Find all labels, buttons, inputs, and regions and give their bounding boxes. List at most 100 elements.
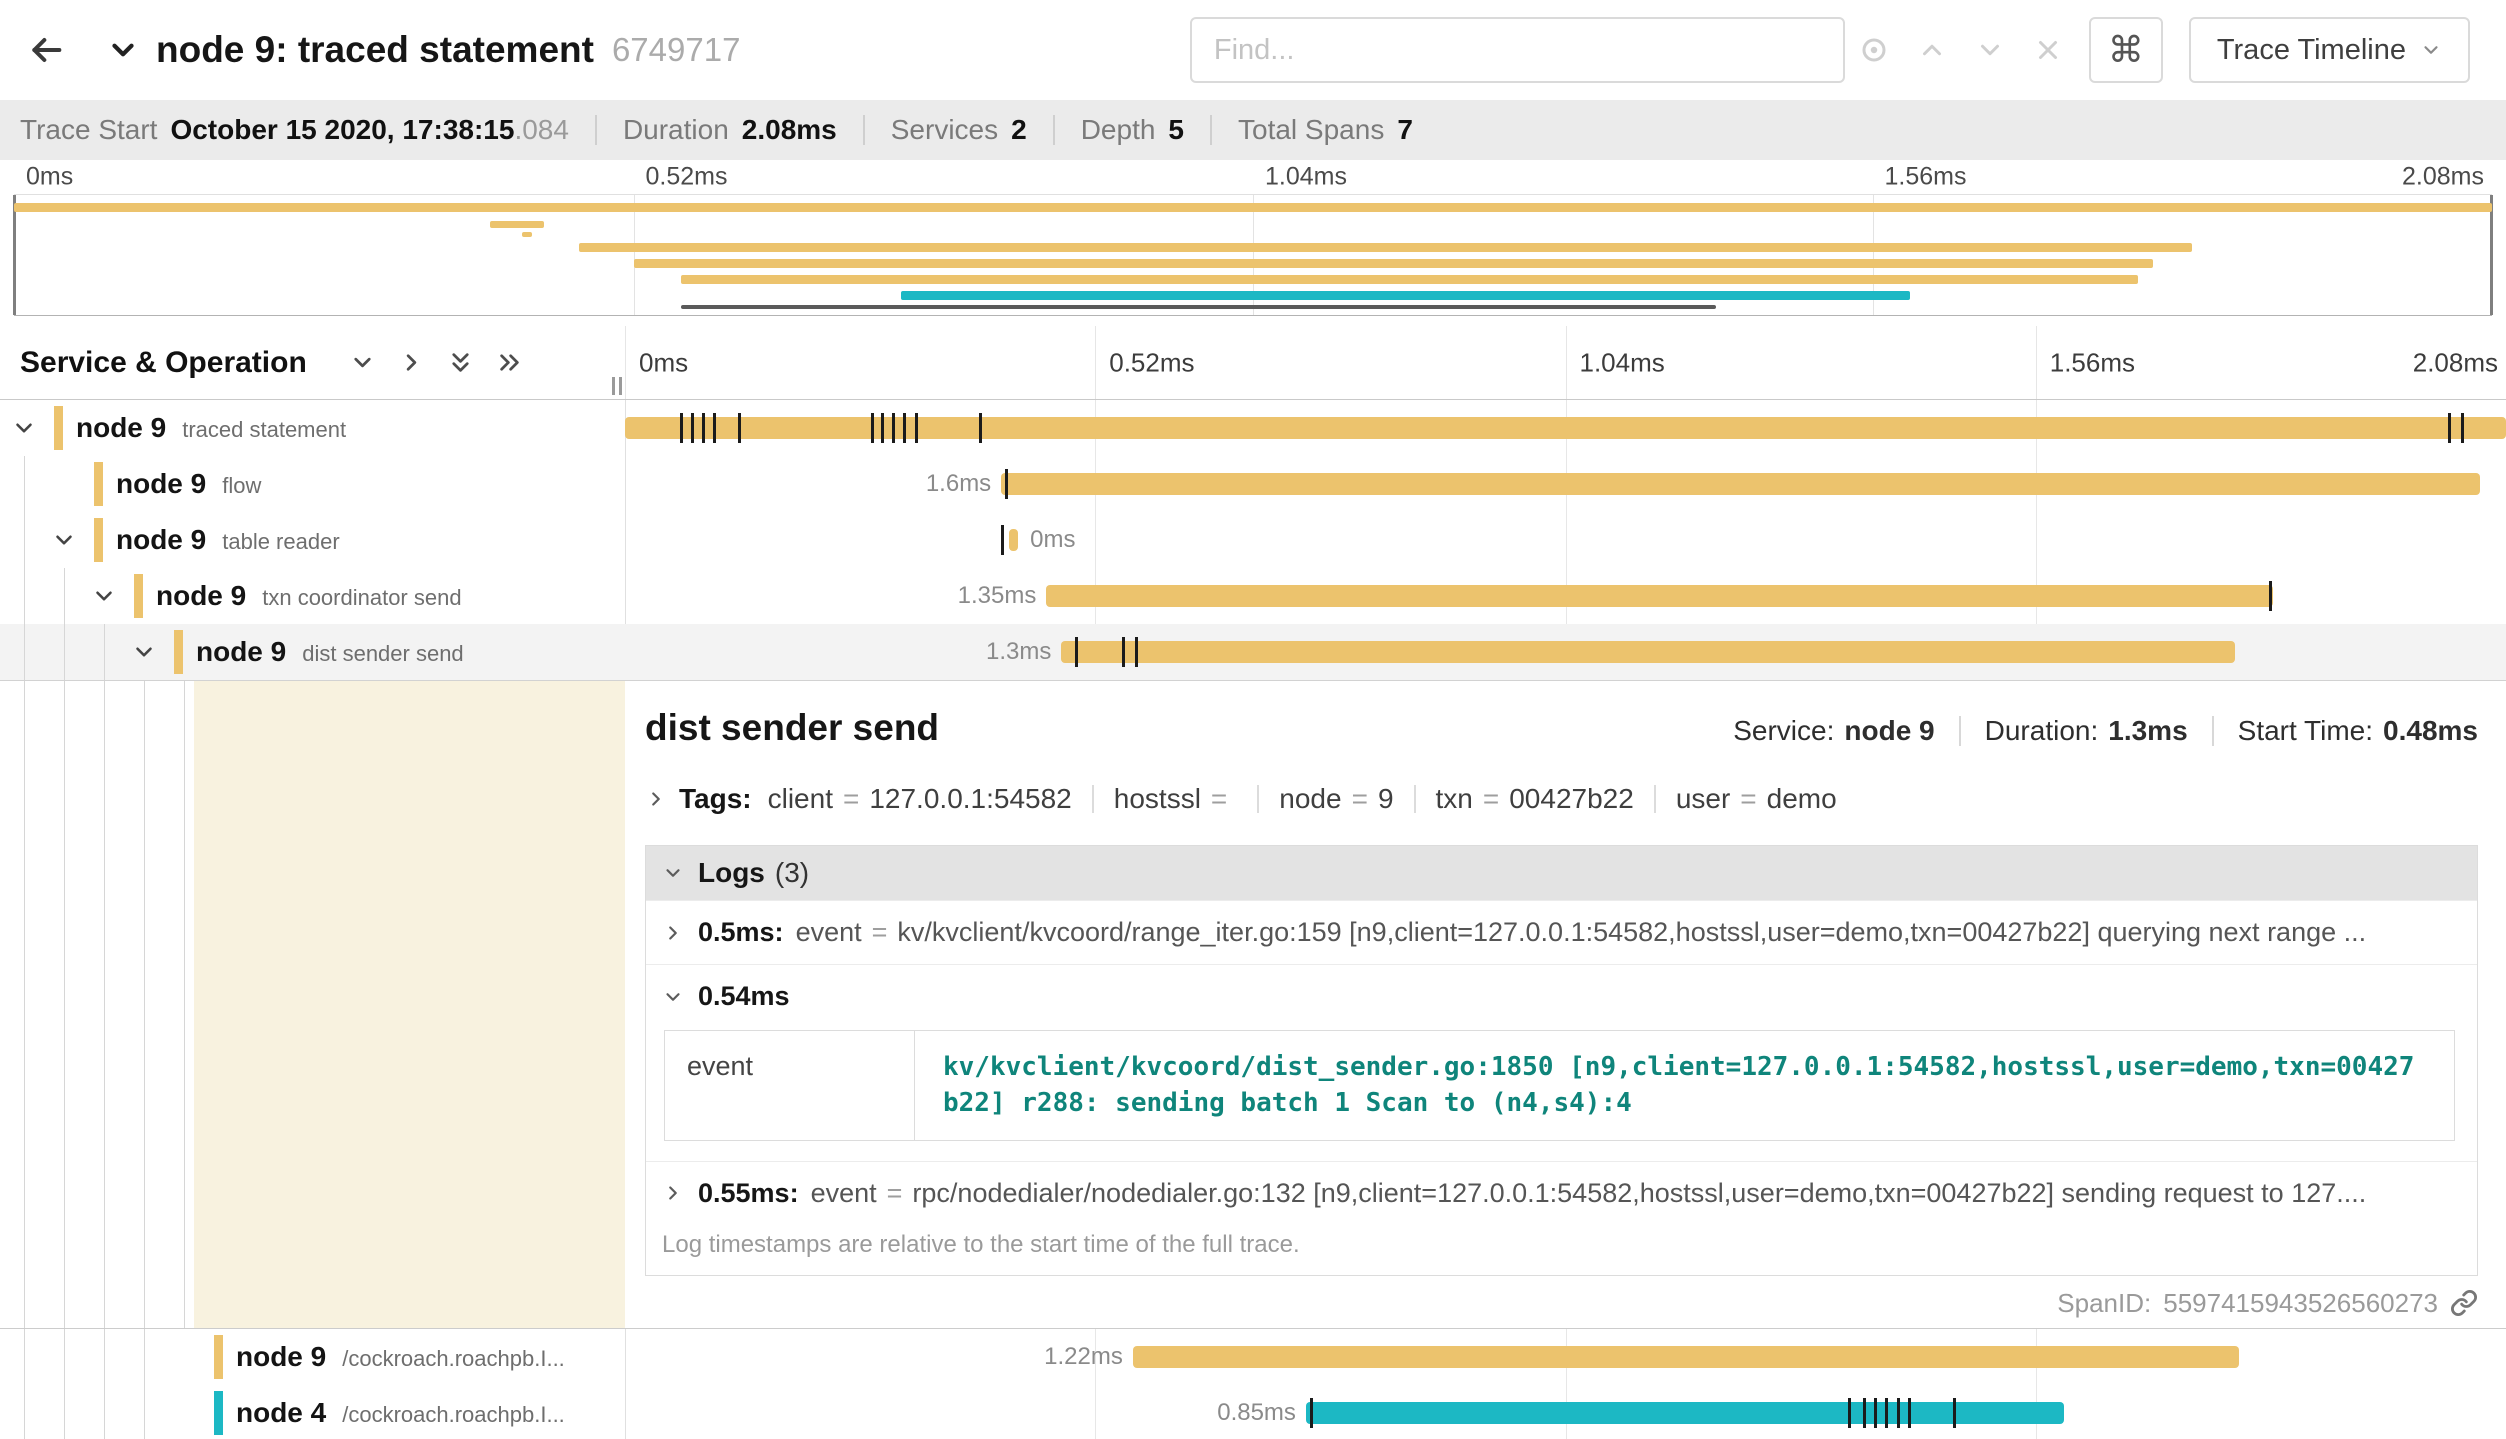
minimap-span-bar xyxy=(681,275,2138,284)
service-color-bar xyxy=(134,574,143,618)
span-name: node 9traced statement xyxy=(76,412,346,444)
find-controls xyxy=(1859,35,2063,65)
span-timeline-cell[interactable] xyxy=(625,400,2506,456)
tag-item: txn=00427b22 xyxy=(1436,783,1634,815)
minimap-left-handle[interactable] xyxy=(13,195,16,315)
minimap-right-handle[interactable] xyxy=(2490,195,2493,315)
tag-item: hostssl= xyxy=(1114,783,1238,815)
page-title: node 9: traced statement xyxy=(156,29,594,71)
span-row[interactable]: node 9dist sender send1.3ms xyxy=(0,624,2506,680)
detail-meta-value: 0.48ms xyxy=(2383,715,2478,746)
minimap-span-bar xyxy=(681,305,1717,309)
summary-divider xyxy=(1210,115,1212,145)
service-color-bar xyxy=(54,406,63,450)
summary-item: Services2 xyxy=(891,114,1027,146)
service-name: node 9 xyxy=(116,468,206,499)
logs-header[interactable]: Logs (3) xyxy=(646,846,2477,900)
span-bar[interactable] xyxy=(1133,1346,2239,1368)
chevron-down-icon[interactable] xyxy=(349,349,376,376)
time-tick-label: 2.08ms xyxy=(2399,347,2498,378)
double-chevron-down-icon[interactable] xyxy=(447,349,474,376)
service-operation-title: Service & Operation xyxy=(20,346,307,380)
span-event-tick xyxy=(1135,637,1138,667)
duration-label: 1.22ms xyxy=(625,1343,1133,1371)
back-button[interactable] xyxy=(0,0,92,100)
close-icon[interactable] xyxy=(2033,35,2063,65)
span-row[interactable]: node 9table reader0ms xyxy=(0,512,2506,568)
keyboard-shortcuts-button[interactable]: ⌘ xyxy=(2089,17,2163,83)
log-entry-header[interactable]: 0.54ms xyxy=(662,981,2457,1012)
span-name-cell[interactable]: node 9table reader xyxy=(0,512,625,568)
indent-guide xyxy=(104,624,105,680)
log-entry[interactable]: 0.5ms:event=kv/kvclient/kvcoord/range_it… xyxy=(646,900,2477,964)
chevron-down-icon[interactable] xyxy=(131,639,157,665)
span-event-tick xyxy=(1122,637,1125,667)
link-icon[interactable] xyxy=(2450,1289,2478,1317)
span-bar[interactable] xyxy=(1001,473,2479,495)
tags-row[interactable]: Tags: client=127.0.0.1:54582hostssl=node… xyxy=(645,783,2478,815)
span-timeline-cell[interactable]: 1.3ms xyxy=(625,624,2506,680)
chevron-right-icon[interactable] xyxy=(398,349,425,376)
log-entry-expanded[interactable]: 0.54mseventkv/kvclient/kvcoord/dist_send… xyxy=(646,964,2477,1161)
summary-label: Depth xyxy=(1081,114,1156,146)
chevron-down-icon[interactable] xyxy=(11,415,37,441)
span-timeline-cell[interactable]: 1.6ms xyxy=(625,456,2506,512)
span-bar[interactable] xyxy=(1306,1402,2064,1424)
span-timeline-cell[interactable]: 1.35ms xyxy=(625,568,2506,624)
log-entry[interactable]: 0.55ms:event=rpc/nodedialer/nodedialer.g… xyxy=(646,1161,2477,1225)
double-chevron-right-icon[interactable] xyxy=(496,349,523,376)
service-name: node 9 xyxy=(236,1341,326,1372)
span-timeline-cell[interactable]: 0ms xyxy=(625,512,2506,568)
span-name-cell[interactable]: node 9dist sender send xyxy=(0,624,625,680)
tag-key: user xyxy=(1676,783,1730,814)
log-timestamp: 0.54ms xyxy=(698,981,790,1012)
summary-label: Services xyxy=(891,114,998,146)
indent-guide xyxy=(64,681,65,1328)
summary-label: Trace Start xyxy=(20,114,157,146)
span-event-tick xyxy=(979,413,982,443)
summary-value: 2.08ms xyxy=(742,114,837,145)
span-row[interactable]: node 9flow1.6ms xyxy=(0,456,2506,512)
span-bar[interactable] xyxy=(1009,529,1018,551)
indent-guide xyxy=(104,681,105,1328)
span-detail-accent xyxy=(194,681,625,1328)
minimap-canvas[interactable] xyxy=(14,194,2492,316)
span-name-cell[interactable]: node 9traced statement xyxy=(0,400,625,456)
span-row[interactable]: node 9/cockroach.roachpb.I...1.22ms xyxy=(0,1329,2506,1385)
find-input[interactable] xyxy=(1190,17,1845,83)
span-name-cell[interactable]: node 9/cockroach.roachpb.I... xyxy=(0,1329,625,1385)
span-name-cell[interactable]: node 4/cockroach.roachpb.I... xyxy=(0,1385,625,1439)
service-color-bar xyxy=(174,630,183,674)
chevron-down-icon[interactable] xyxy=(1975,35,2005,65)
chevron-down-icon[interactable] xyxy=(51,527,77,553)
span-timeline-cell[interactable]: 1.22ms xyxy=(625,1329,2506,1385)
span-event-tick xyxy=(1908,1398,1911,1428)
time-tick-label: 0.52ms xyxy=(634,163,728,192)
chevron-down-icon[interactable] xyxy=(106,33,140,67)
chevron-down-icon[interactable] xyxy=(91,583,117,609)
span-event-tick xyxy=(1897,1398,1900,1428)
span-row[interactable]: node 4/cockroach.roachpb.I...0.85ms xyxy=(0,1385,2506,1439)
span-name-cell[interactable]: node 9flow xyxy=(0,456,625,512)
circle-dot-icon[interactable] xyxy=(1859,35,1889,65)
tags-label: Tags: xyxy=(679,783,752,815)
span-detail-body: dist sender send Service:node 9Duration:… xyxy=(625,681,2506,1328)
summary-value: 7 xyxy=(1397,114,1413,145)
log-timestamp: 0.5ms: xyxy=(698,917,784,948)
span-row[interactable]: node 9txn coordinator send1.35ms xyxy=(0,568,2506,624)
time-tick-label: 2.08ms xyxy=(2402,163,2484,192)
summary-value: October 15 2020, 17:38:15 xyxy=(170,114,514,145)
span-row[interactable]: node 9traced statement xyxy=(0,400,2506,456)
summary-divider xyxy=(595,115,597,145)
duration-label: 1.6ms xyxy=(625,470,1001,498)
trace-view-dropdown[interactable]: Trace Timeline xyxy=(2189,17,2470,83)
chevron-up-icon[interactable] xyxy=(1917,35,1947,65)
span-timeline-cell[interactable]: 0.85ms xyxy=(625,1385,2506,1439)
span-bar[interactable] xyxy=(1061,641,2235,663)
service-name: node 4 xyxy=(236,1397,326,1428)
trace-title-group: node 9: traced statement 6749717 xyxy=(106,29,740,71)
span-name-cell[interactable]: node 9txn coordinator send xyxy=(0,568,625,624)
span-bar[interactable] xyxy=(625,417,2506,439)
span-bar[interactable] xyxy=(1046,585,2272,607)
summary-divider xyxy=(863,115,865,145)
